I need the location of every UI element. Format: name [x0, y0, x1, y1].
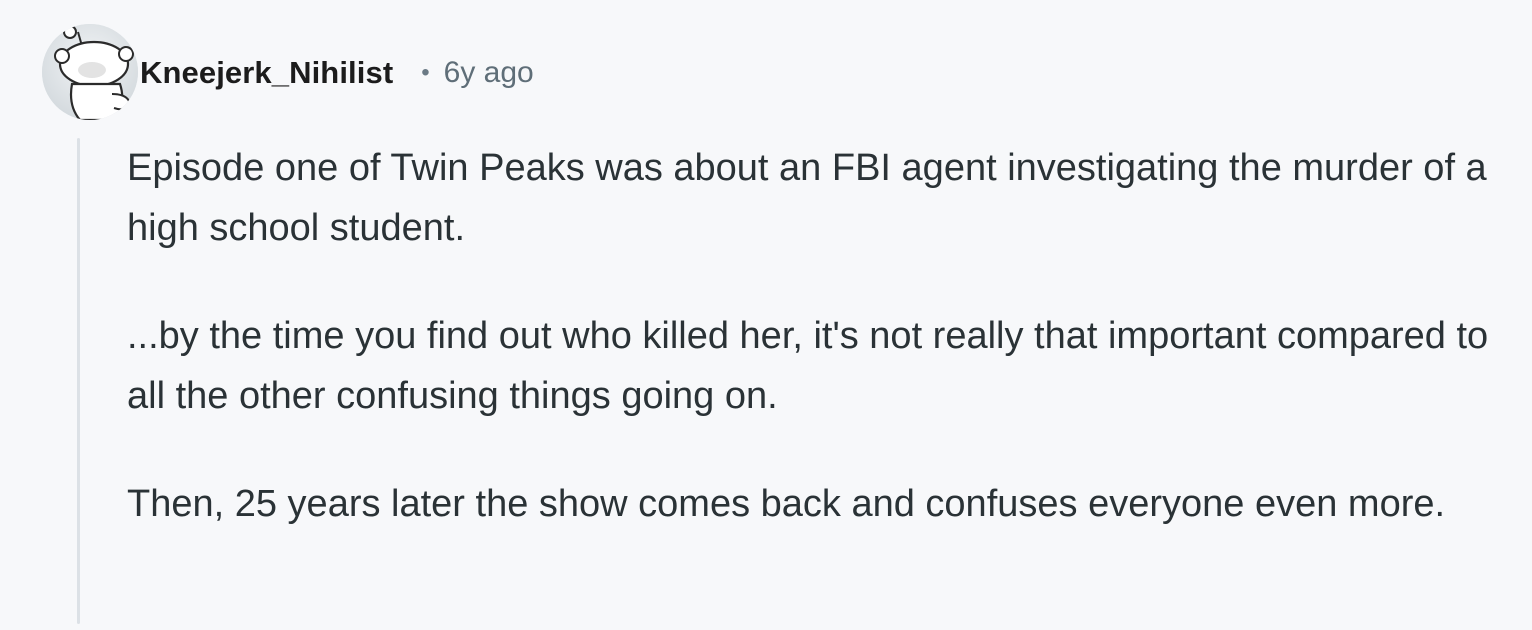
author-username[interactable]: Kneejerk_Nihilist [140, 55, 393, 91]
comment-body: Episode one of Twin Peaks was about an F… [127, 138, 1517, 534]
comment-timestamp[interactable]: 6y ago [444, 56, 534, 90]
thread-line[interactable] [77, 138, 80, 624]
comment-header: Kneejerk_Nihilist • 6y ago [140, 52, 534, 94]
comment: Kneejerk_Nihilist • 6y ago Episode one o… [0, 0, 1532, 630]
avatar[interactable] [42, 24, 138, 120]
comment-paragraph: Then, 25 years later the show comes back… [127, 483, 1446, 525]
separator-dot: • [421, 59, 430, 86]
comment-paragraph: Episode one of Twin Peaks was about an F… [127, 147, 1487, 249]
comment-paragraph: ...by the time you find out who killed h… [127, 315, 1489, 417]
reddit-snoo-avatar-icon [42, 24, 138, 120]
